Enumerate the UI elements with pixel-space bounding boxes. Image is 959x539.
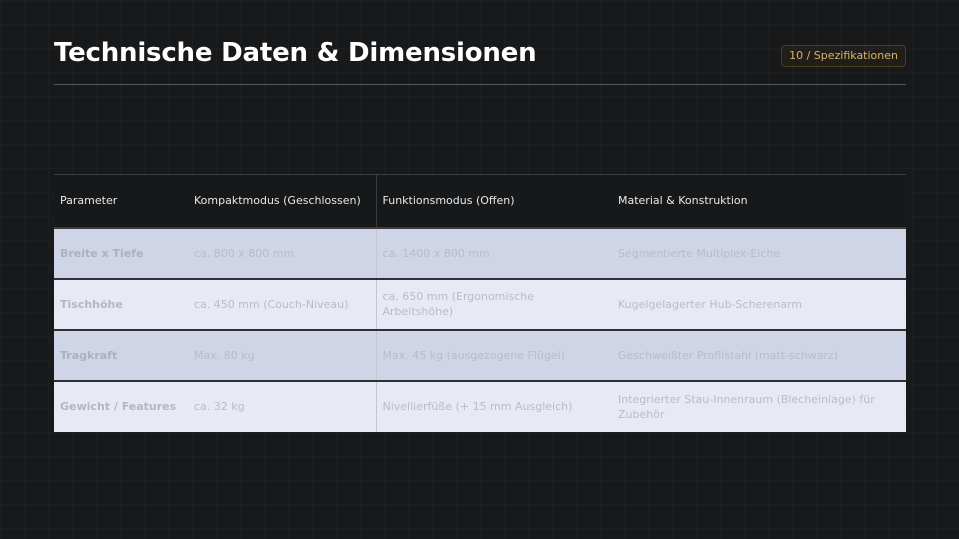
- cell-funktion: ca. 650 mm (Ergonomische Arbeitshöhe): [375, 278, 612, 330]
- column-header-funktion: Funktionsmodus (Offen): [375, 174, 612, 228]
- cell-funktion: Nivellierfüße (+ 15 mm Ausgleich): [375, 380, 612, 432]
- spec-table: Parameter Kompaktmodus (Geschlossen) Fun…: [54, 174, 906, 432]
- page-title: Technische Daten & Dimensionen: [54, 38, 537, 68]
- column-header-parameter: Parameter: [60, 194, 118, 208]
- cell-parameter: Tragkraft: [60, 348, 118, 362]
- table-row: Gewicht / Features ca. 32 kg Nivellierfü…: [54, 380, 906, 432]
- cell-funktion: Max. 45 kg (ausgezogene Flügel): [375, 329, 612, 381]
- cell-parameter: Tischhöhe: [60, 297, 123, 311]
- cell-material: Geschweißter Profilstahl (matt-schwarz): [618, 348, 839, 362]
- cell-kompakt: ca. 800 x 800 mm: [194, 246, 295, 260]
- table-header-row: Parameter Kompaktmodus (Geschlossen) Fun…: [54, 174, 906, 228]
- column-header-kompakt: Kompaktmodus (Geschlossen): [194, 194, 361, 208]
- cell-material: Segmentierte Multiplex-Eiche: [618, 246, 781, 260]
- cell-parameter: Breite x Tiefe: [60, 246, 144, 260]
- cell-funktion: ca. 1400 x 800 mm: [375, 227, 612, 279]
- slide: Technische Daten & Dimensionen 10 / Spez…: [0, 0, 959, 539]
- cell-kompakt: Max. 80 kg: [194, 348, 255, 362]
- cell-material: Kugelgelagerter Hub-Scherenarm: [618, 297, 803, 311]
- title-divider: [54, 84, 906, 85]
- table-row: Tragkraft Max. 80 kg Max. 45 kg (ausgezo…: [54, 329, 906, 381]
- cell-material: Integrierter Stau-Innenraum (Blecheinlag…: [618, 392, 875, 421]
- cell-parameter: Gewicht / Features: [60, 400, 177, 413]
- column-header-material: Material & Konstruktion: [618, 194, 748, 208]
- cell-kompakt: ca. 32 kg: [194, 400, 245, 413]
- table-row: Breite x Tiefe ca. 800 x 800 mm ca. 1400…: [54, 227, 906, 279]
- section-badge: 10 / Spezifikationen: [781, 45, 906, 67]
- cell-kompakt: ca. 450 mm (Couch-Niveau): [194, 297, 349, 311]
- table-row: Tischhöhe ca. 450 mm (Couch-Niveau) ca. …: [54, 278, 906, 330]
